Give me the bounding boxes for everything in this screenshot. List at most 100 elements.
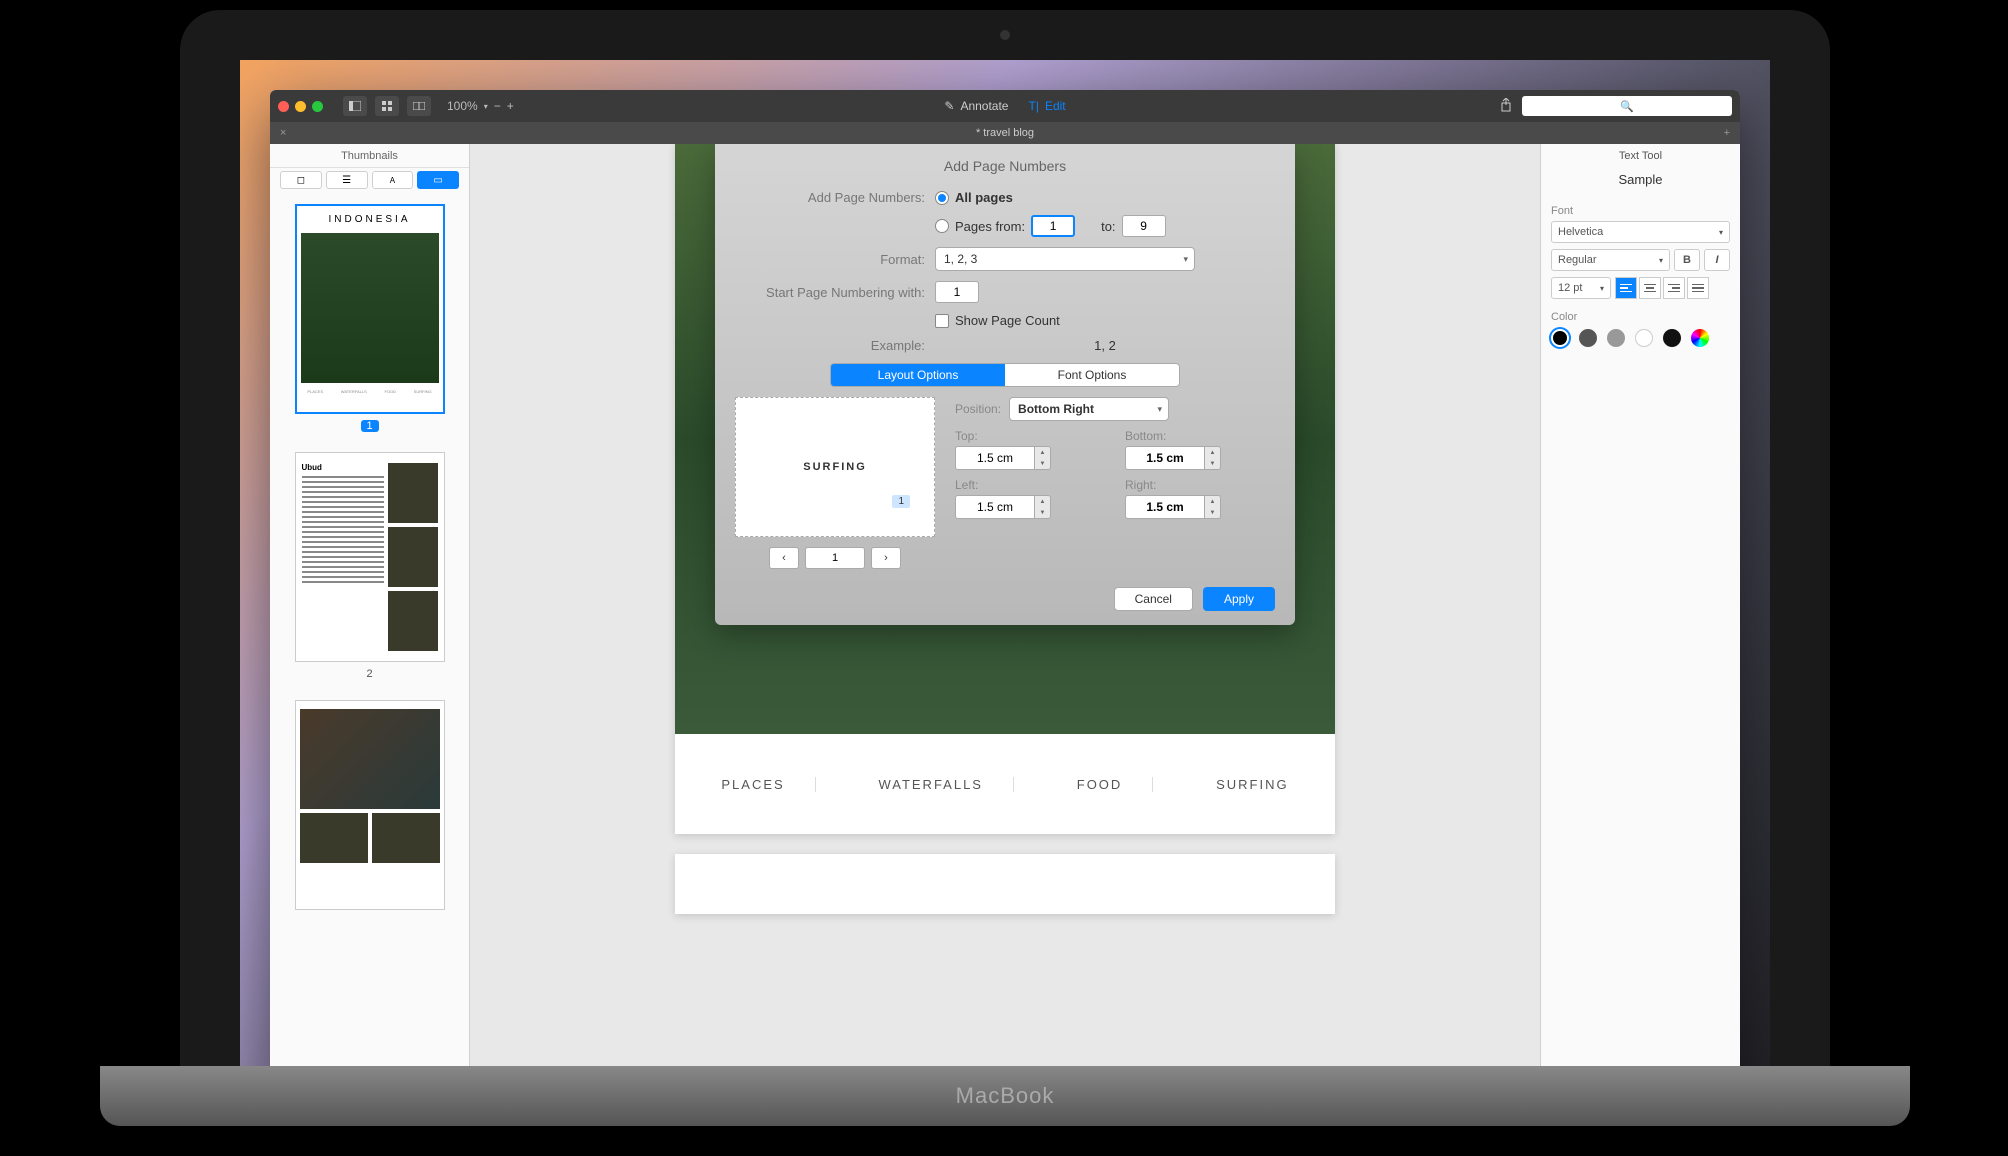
bold-button[interactable]: B (1674, 249, 1700, 271)
cancel-button[interactable]: Cancel (1114, 587, 1193, 611)
add-page-numbers-dialog: Add Page Numbers Add Page Numbers: All p… (715, 144, 1295, 625)
italic-button[interactable]: I (1704, 249, 1730, 271)
font-label: Font (1551, 205, 1730, 217)
search-input[interactable]: 🔍 (1522, 96, 1732, 116)
document-canvas[interactable]: PLACES WATERFALLS FOOD SURFING Add Page … (470, 144, 1540, 1120)
tab-font-options[interactable]: Font Options (1005, 364, 1179, 386)
zoom-in-button[interactable]: + (507, 99, 514, 113)
preview-page-number-badge: 1 (892, 495, 910, 508)
app-window: 100% ▾ − + ✎ Annotate T| Edit (270, 90, 1740, 1120)
preview-text: SURFING (803, 461, 867, 473)
select-font-size[interactable]: 12 pt (1551, 277, 1611, 299)
input-margin-top[interactable] (955, 446, 1035, 470)
thumb1-image (301, 233, 439, 383)
page-2-top (675, 854, 1335, 914)
input-page-to[interactable] (1122, 215, 1166, 237)
preview-next-button[interactable]: › (871, 547, 901, 569)
pencil-icon: ✎ (944, 99, 954, 113)
thumbnail-2[interactable]: Ubud 2 (282, 452, 457, 680)
edit-mode-button[interactable]: T| Edit (1028, 99, 1065, 113)
zoom-out-button[interactable]: − (494, 99, 501, 113)
label-example: Example: (735, 338, 935, 353)
nav-food: FOOD (1047, 777, 1154, 792)
label-format: Format: (735, 252, 935, 267)
input-start-number[interactable] (935, 281, 979, 303)
preview-page-input[interactable] (805, 547, 865, 569)
label-add-page-numbers: Add Page Numbers: (735, 190, 935, 205)
annotate-mode-button[interactable]: ✎ Annotate (944, 99, 1008, 113)
label-right: Right: (1125, 478, 1275, 492)
input-margin-right[interactable] (1125, 495, 1205, 519)
label-all-pages: All pages (955, 190, 1013, 205)
bookmark-tab[interactable]: ◻ (280, 171, 322, 189)
nav-surfing: SURFING (1186, 777, 1319, 792)
apply-button[interactable]: Apply (1203, 587, 1275, 611)
input-page-from[interactable] (1031, 215, 1075, 237)
edit-label: Edit (1045, 99, 1066, 113)
zoom-level[interactable]: 100% (447, 99, 478, 113)
color-label: Color (1551, 311, 1730, 323)
text-sample: Sample (1551, 172, 1730, 187)
tab-layout-options[interactable]: Layout Options (831, 364, 1005, 386)
select-position[interactable]: Bottom Right (1009, 397, 1169, 421)
outline-tab[interactable]: ☰ (326, 171, 368, 189)
sidebar-thumbnails: Thumbnails ◻ ☰ A ▭ INDONESIA (270, 144, 470, 1120)
annotations-tab[interactable]: A (372, 171, 414, 189)
align-right-button[interactable] (1663, 277, 1685, 299)
search-icon: 🔍 (1620, 100, 1634, 113)
thumb1-title: INDONESIA (297, 206, 443, 233)
label-start-with: Start Page Numbering with: (735, 285, 935, 300)
thumbnail-3[interactable] (282, 700, 457, 910)
thumbnail-1[interactable]: INDONESIA PLACES WATERFALLS FOOD SURFING… (282, 204, 457, 432)
preview-prev-button[interactable]: ‹ (769, 547, 799, 569)
label-to: to: (1101, 219, 1115, 234)
input-margin-bottom[interactable] (1125, 446, 1205, 470)
stepper-top[interactable]: ▲▼ (1035, 446, 1051, 470)
text-cursor-icon: T| (1028, 99, 1038, 113)
color-swatch-darkgray[interactable] (1579, 329, 1597, 347)
options-segmented-control: Layout Options Font Options (830, 363, 1180, 387)
grid-view-button[interactable] (375, 96, 399, 116)
select-font-family[interactable]: Helvetica (1551, 221, 1730, 243)
stepper-bottom[interactable]: ▲▼ (1205, 446, 1221, 470)
label-pages-from: Pages from: (955, 219, 1025, 234)
page-nav: PLACES WATERFALLS FOOD SURFING (675, 734, 1335, 834)
label-position: Position: (955, 402, 1001, 416)
zoom-dropdown-icon[interactable]: ▾ (484, 102, 488, 111)
annotate-label: Annotate (960, 99, 1008, 113)
radio-all-pages[interactable] (935, 191, 949, 205)
layout-view-button[interactable] (407, 96, 431, 116)
share-button[interactable] (1500, 98, 1512, 115)
align-center-button[interactable] (1639, 277, 1661, 299)
list-icon: ☰ (342, 175, 351, 186)
thumbnails-tab[interactable]: ▭ (417, 171, 459, 189)
label-show-page-count: Show Page Count (955, 313, 1060, 328)
input-margin-left[interactable] (955, 495, 1035, 519)
thumbnail-icon: ▭ (433, 175, 442, 186)
camera (1000, 30, 1010, 40)
label-bottom: Bottom: (1125, 429, 1275, 443)
thumb1-number: 1 (361, 420, 379, 432)
stepper-right[interactable]: ▲▼ (1205, 495, 1221, 519)
checkbox-show-page-count[interactable] (935, 314, 949, 328)
window-minimize-button[interactable] (295, 101, 306, 112)
sidebar-toggle-button[interactable] (343, 96, 367, 116)
color-picker-button[interactable] (1691, 329, 1709, 347)
bookmark-icon: ◻ (297, 175, 305, 186)
window-close-button[interactable] (278, 101, 289, 112)
dialog-title: Add Page Numbers (735, 158, 1275, 174)
window-maximize-button[interactable] (312, 101, 323, 112)
text-tool-title: Text Tool (1551, 150, 1730, 162)
align-left-button[interactable] (1615, 277, 1637, 299)
stepper-left[interactable]: ▲▼ (1035, 495, 1051, 519)
tab-close-button[interactable]: × (280, 127, 286, 139)
color-swatch-black2[interactable] (1663, 329, 1681, 347)
color-swatch-black[interactable] (1551, 329, 1569, 347)
select-font-weight[interactable]: Regular (1551, 249, 1670, 271)
tab-add-button[interactable]: + (1724, 127, 1730, 139)
radio-pages-from[interactable] (935, 219, 949, 233)
align-justify-button[interactable] (1687, 277, 1709, 299)
color-swatch-gray[interactable] (1607, 329, 1625, 347)
select-format[interactable]: 1, 2, 3 (935, 247, 1195, 271)
color-swatch-white[interactable] (1635, 329, 1653, 347)
